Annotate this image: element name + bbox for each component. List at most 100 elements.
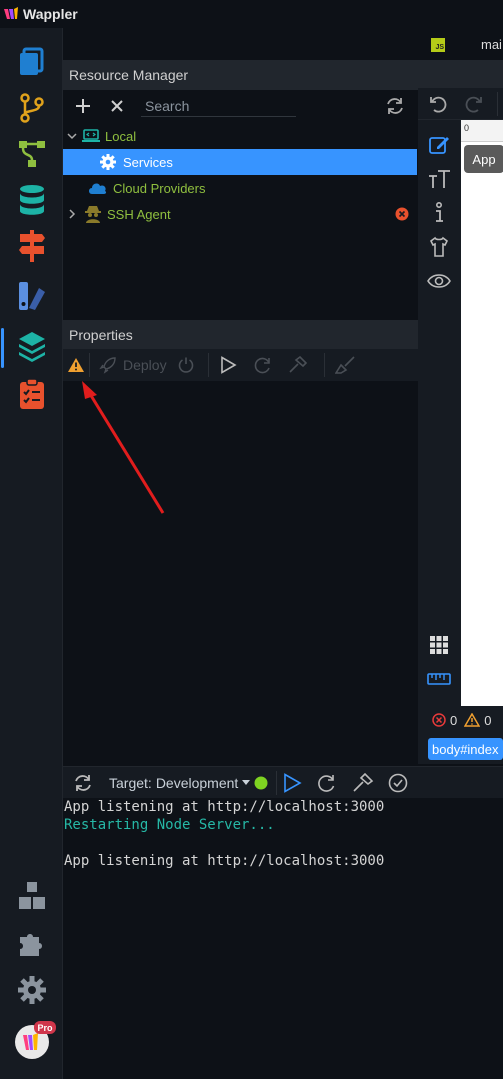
editor-tab-label[interactable]: mai (481, 37, 502, 52)
activity-git[interactable] (14, 90, 50, 126)
horizontal-ruler: 0 (461, 120, 503, 142)
play-button[interactable] (219, 355, 237, 375)
breadcrumb-bar: body#index (418, 734, 503, 764)
warning-count: 0 (484, 712, 492, 728)
terminal-line: App listening at http://localhost:3000 (64, 799, 385, 815)
preview-tool[interactable] (426, 268, 452, 294)
grid-tool[interactable] (426, 632, 452, 658)
redo-button[interactable] (464, 94, 484, 119)
properties-title: Properties (63, 320, 418, 349)
play-icon (284, 773, 302, 793)
breadcrumb[interactable]: body#index (428, 738, 503, 760)
redo-icon (465, 96, 482, 113)
status-dot-icon (254, 776, 268, 790)
error-count: 0 (450, 712, 458, 728)
refresh-icon (387, 98, 403, 114)
rocket-icon (99, 357, 116, 374)
ruler-tool[interactable] (426, 666, 452, 692)
deploy-label: Deploy (123, 357, 167, 373)
git-branch-icon (20, 93, 44, 123)
cloud-icon (89, 183, 107, 194)
hammer-icon (289, 356, 308, 373)
terminal-output[interactable]: App listening at http://localhost:3000 R… (63, 798, 503, 1079)
tree-item-ssh-agent[interactable]: SSH Agent (63, 201, 417, 227)
close-icon (111, 100, 123, 112)
target-value: Development (155, 775, 239, 791)
terminal-line: App listening at http://localhost:3000 (64, 853, 385, 869)
build-button[interactable] (288, 355, 308, 375)
style-tool[interactable] (426, 234, 452, 260)
tree-item-label: Cloud Providers (113, 180, 206, 196)
hammer-icon (353, 773, 374, 792)
design-canvas[interactable] (461, 120, 503, 706)
activity-flows[interactable] (14, 136, 50, 172)
chevron-right-icon[interactable] (63, 209, 81, 219)
tree-item-services[interactable]: Services (63, 149, 417, 175)
activity-assets[interactable] (14, 278, 50, 314)
design-top-toolbar (418, 88, 503, 120)
tree-item-label: Services (123, 154, 173, 170)
power-button[interactable] (177, 355, 195, 375)
refresh-button[interactable] (385, 96, 405, 116)
undo-button[interactable] (428, 94, 448, 119)
wappler-logo-icon (4, 7, 18, 19)
activity-tasks[interactable] (14, 376, 50, 412)
info-tool[interactable] (426, 200, 452, 226)
edit-tool[interactable] (426, 132, 452, 158)
search-input[interactable] (141, 95, 296, 117)
design-side-toolbar (418, 120, 461, 706)
resource-tree: Local Services Cloud Providers SSH Agent (63, 122, 418, 320)
activity-resources[interactable] (14, 328, 50, 364)
error-status-icon (395, 207, 409, 221)
laptop-code-icon (82, 129, 100, 142)
build-button[interactable] (352, 772, 374, 794)
eye-icon (427, 274, 451, 288)
text-tool[interactable] (426, 166, 452, 192)
check-circle-icon (388, 773, 408, 793)
tree-item-label: SSH Agent (107, 206, 171, 222)
activity-bar: Pro (0, 28, 63, 1079)
run-button[interactable] (282, 772, 302, 794)
target-selector[interactable]: Target: Development (109, 772, 251, 794)
restart-button[interactable] (254, 355, 272, 375)
resource-manager-title: Resource Manager (63, 60, 418, 90)
warning-button[interactable] (67, 355, 85, 375)
layers-icon (19, 332, 45, 362)
validate-button[interactable] (388, 772, 408, 794)
properties-panel (63, 381, 418, 766)
refresh-icon (75, 775, 91, 791)
activity-database[interactable] (14, 182, 50, 218)
server-status-indicator (254, 772, 268, 794)
target-label: Target: (109, 775, 152, 791)
tree-item-local[interactable]: Local (63, 123, 417, 149)
terminal-line: Restarting Node Server... (64, 817, 275, 833)
clean-button[interactable] (335, 355, 355, 375)
signpost-icon (19, 230, 45, 262)
reload-button[interactable] (317, 772, 337, 794)
annotation-arrow (82, 381, 165, 514)
design-swatch-icon (19, 282, 45, 310)
problems-summary[interactable]: 0 0 (418, 706, 503, 734)
activity-extensions[interactable] (14, 878, 50, 914)
chevron-down-icon[interactable] (63, 131, 81, 141)
warning-icon (464, 713, 481, 727)
add-button[interactable] (73, 96, 93, 116)
active-indicator (1, 328, 4, 368)
clipboard-checklist-icon (20, 378, 44, 409)
power-icon (178, 357, 194, 373)
remove-button[interactable] (107, 96, 127, 116)
activity-pages[interactable] (14, 44, 50, 80)
error-circle-icon (432, 713, 446, 727)
edit-icon (429, 137, 449, 154)
resource-manager-toolbar (63, 90, 418, 122)
tree-item-cloud-providers[interactable]: Cloud Providers (63, 175, 417, 201)
title-bar: Wappler (0, 0, 503, 28)
restart-server-button[interactable] (73, 772, 93, 794)
activity-plugins[interactable] (14, 926, 50, 962)
deploy-button[interactable]: Deploy (99, 355, 167, 375)
activity-settings[interactable] (14, 972, 50, 1008)
editor-tabs: JS mai (418, 28, 503, 60)
gear-icon (100, 154, 116, 170)
shirt-icon (429, 236, 449, 257)
activity-routing[interactable] (14, 228, 50, 264)
